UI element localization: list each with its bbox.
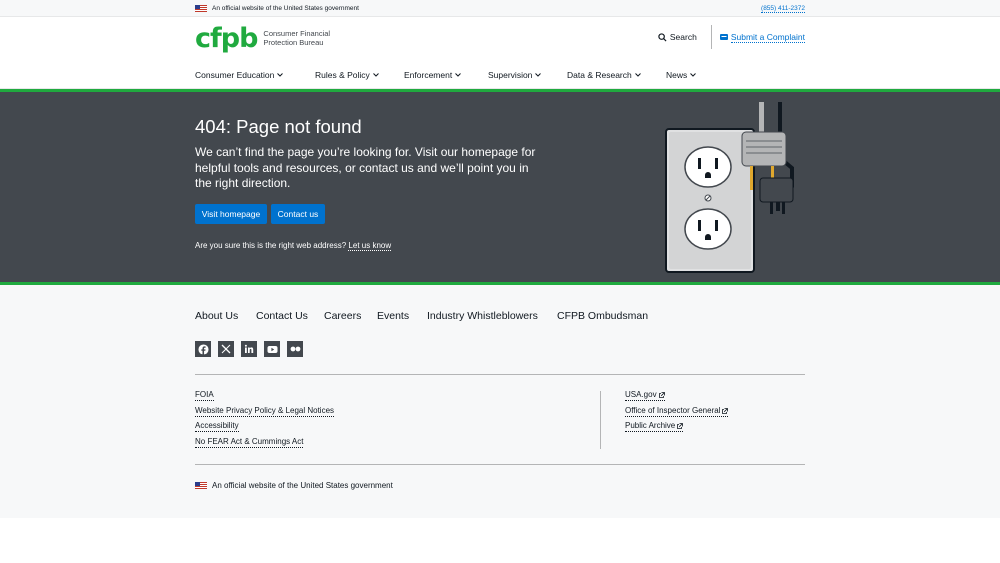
nav-label: Consumer Education <box>195 70 275 80</box>
footer-careers[interactable]: Careers <box>324 310 361 322</box>
nav-label: Data & Research <box>567 70 632 80</box>
us-flag-icon <box>195 482 207 489</box>
facebook-icon <box>197 343 209 355</box>
external-link-icon <box>722 408 729 415</box>
contact-us-button[interactable]: Contact us <box>271 204 325 224</box>
public-archive-label: Public Archive <box>625 421 676 430</box>
question-text: Are you sure this is the right web addre… <box>195 241 347 250</box>
x-icon <box>221 344 231 354</box>
hero-question: Are you sure this is the right web addre… <box>195 241 392 251</box>
gov-banner-text: An official website of the United States… <box>212 5 359 12</box>
inspector-general-link[interactable]: Office of Inspector General <box>625 406 729 417</box>
privacy-policy-link[interactable]: Website Privacy Policy & Legal Notices <box>195 406 335 417</box>
flickr-link[interactable] <box>287 341 303 357</box>
complaint-label: Submit a Complaint <box>730 31 805 43</box>
nav-enforcement[interactable]: Enforcement <box>404 70 462 80</box>
gov-banner-left: An official website of the United States… <box>195 5 359 12</box>
nav-label: Enforcement <box>404 70 453 80</box>
inspector-general-label: Office of Inspector General <box>625 406 721 415</box>
public-archive-link[interactable]: Public Archive <box>625 421 684 432</box>
hero-lead: We can’t find the page you’re looking fo… <box>195 145 536 191</box>
youtube-icon <box>267 345 277 353</box>
page-title: 404: Page not found <box>195 116 362 137</box>
chevron-down-icon <box>455 73 462 77</box>
let-us-know-link[interactable]: Let us know <box>348 241 392 251</box>
linkedin-icon <box>244 344 254 353</box>
logo-mark: cfpb <box>195 23 258 54</box>
nav-news[interactable]: News <box>666 70 697 80</box>
footer-events[interactable]: Events <box>377 310 409 322</box>
nav-data-research[interactable]: Data & Research <box>567 70 641 80</box>
usa-gov-label: USA.gov <box>625 390 657 399</box>
x-link[interactable] <box>218 341 234 357</box>
site-header: cfpb Consumer Financial Protection Burea… <box>0 17 1000 63</box>
main-nav: Consumer Education Rules & Policy Enforc… <box>0 63 1000 89</box>
site-footer: About Us Contact Us Careers Events Indus… <box>0 285 1000 518</box>
complaint-icon <box>719 34 728 40</box>
logo-text: Consumer Financial Protection Bureau <box>263 28 331 47</box>
visit-homepage-button[interactable]: Visit homepage <box>195 204 267 224</box>
nav-rules-policy[interactable]: Rules & Policy <box>315 70 379 80</box>
header-actions: Search Submit a Complaint <box>658 25 805 49</box>
usa-gov-link[interactable]: USA.gov <box>625 390 665 401</box>
footer-gov-text: An official website of the United States… <box>212 481 393 490</box>
nav-label: Supervision <box>488 70 533 80</box>
error-hero: 404: Page not found We can’t find the pa… <box>0 89 1000 285</box>
submit-complaint-link[interactable]: Submit a Complaint <box>712 32 805 43</box>
search-label: Search <box>669 32 697 42</box>
external-link-icon <box>658 392 665 399</box>
external-link-icon <box>677 423 684 430</box>
cfpb-logo[interactable]: cfpb Consumer Financial Protection Burea… <box>195 25 338 52</box>
nav-consumer-education[interactable]: Consumer Education <box>195 70 284 80</box>
chevron-down-icon <box>634 73 641 77</box>
foia-link[interactable]: FOIA <box>195 390 214 401</box>
footer-about-us[interactable]: About Us <box>195 310 238 322</box>
search-icon <box>658 32 667 42</box>
youtube-link[interactable] <box>264 341 280 357</box>
flickr-icon <box>290 346 300 352</box>
linkedin-link[interactable] <box>241 341 257 357</box>
nav-label: Rules & Policy <box>315 70 370 80</box>
footer-industry-whistleblowers[interactable]: Industry Whistleblowers <box>427 310 538 322</box>
unplugged-outlet-illustration <box>665 102 794 273</box>
us-flag-icon <box>195 5 207 12</box>
search-button[interactable]: Search <box>658 25 712 49</box>
phone-link[interactable]: (855) 411-2372 <box>761 5 805 13</box>
footer-divider <box>195 374 805 375</box>
footer-contact-us[interactable]: Contact Us <box>256 310 308 322</box>
no-fear-act-link[interactable]: No FEAR Act & Cummings Act <box>195 437 304 448</box>
chevron-down-icon <box>690 73 697 77</box>
chevron-down-icon <box>277 73 284 77</box>
chevron-down-icon <box>535 73 542 77</box>
gov-banner: An official website of the United States… <box>0 0 1000 17</box>
facebook-link[interactable] <box>195 341 211 357</box>
footer-cfpb-ombudsman[interactable]: CFPB Ombudsman <box>557 310 648 322</box>
nav-label: News <box>666 70 688 80</box>
accessibility-link[interactable]: Accessibility <box>195 421 239 432</box>
footer-divider <box>195 464 805 465</box>
nav-supervision[interactable]: Supervision <box>488 70 542 80</box>
footer-gov-notice: An official website of the United States… <box>195 481 393 490</box>
chevron-down-icon <box>372 73 379 77</box>
footer-column-divider <box>600 391 601 449</box>
